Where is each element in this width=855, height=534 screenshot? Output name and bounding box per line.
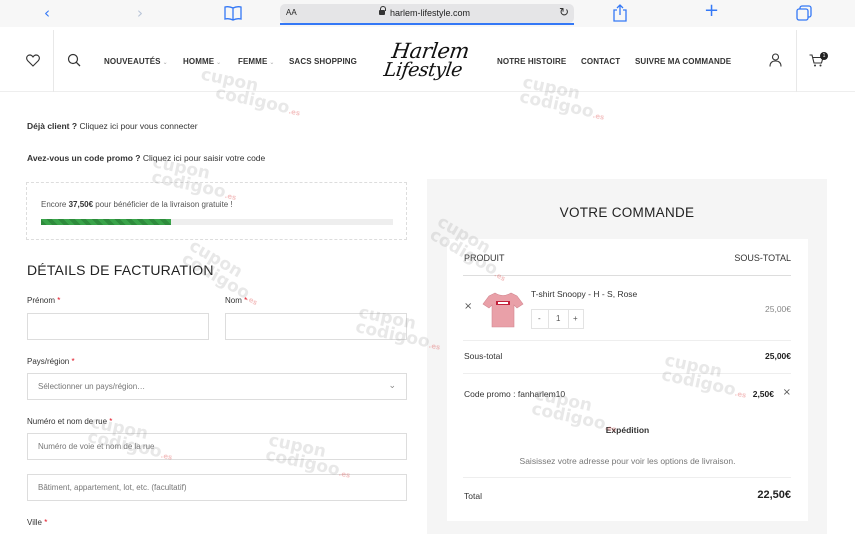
product-thumbnail[interactable] [481,287,525,331]
last-name-label: Nom * [225,296,248,305]
wishlist-heart-icon[interactable] [26,54,40,67]
coupon-value: 2,50€ [752,389,774,399]
chevron-down-icon: ⌄ [269,60,275,66]
forward-icon[interactable]: › [137,5,143,21]
item-price: 25,00€ [765,304,791,314]
tabs-icon[interactable] [796,5,812,21]
nav-item-suivre-commande[interactable]: SUIVRE MA COMMANDE [635,57,731,66]
lock-icon [379,6,386,16]
chevron-down-icon: ⌄ [162,60,168,66]
first-name-field[interactable] [27,313,209,340]
coupon-code-label: Code promo : fanharlem10 [464,389,566,399]
browser-toolbar: ‹ › AA harlem-lifestyle.com ↻ + [0,0,855,27]
login-link[interactable]: Cliquez ici pour vous connecter [79,121,197,131]
order-title: VOTRE COMMANDE [559,205,695,220]
coupon-link[interactable]: Cliquez ici pour saisir votre code [143,153,265,163]
qty-input[interactable]: 1 [556,314,560,323]
quantity-stepper: - 1 + [531,309,584,329]
remove-item-icon[interactable]: × [464,301,472,312]
total-label: Total [464,491,482,501]
col-product-header: PRODUIT [464,253,505,263]
subtotal-value: 25,00€ [765,351,791,361]
bookmarks-icon[interactable] [224,5,242,21]
free-shipping-message: Encore 37,50€ pour bénéficier de la livr… [41,200,233,209]
street-field[interactable]: Numéro de voie et nom de la rue [27,433,407,460]
nav-item-sacs-shopping[interactable]: SACS SHOPPING [289,57,357,66]
subtotal-label: Sous-total [464,351,503,361]
url-text: harlem-lifestyle.com [390,8,471,18]
site-header: NOUVEAUTÉS ⌄ HOMME ⌄ FEMME ⌄ SACS SHOPPING … [0,30,855,92]
order-summary-panel: VOTRE COMMANDE PRODUIT SOUS-TOTAL × T-sh… [427,179,827,534]
chevron-down-icon: ⌄ [388,381,396,391]
nav-item-contact[interactable]: CONTACT [581,57,620,66]
header-divider [53,30,54,92]
remove-coupon-icon[interactable]: × [783,387,791,398]
country-select[interactable]: Sélectionner un pays/région… ⌄ [27,373,407,400]
nav-item-homme[interactable]: HOMME ⌄ [183,57,221,66]
text-size-button[interactable]: AA [286,8,297,17]
last-name-field[interactable] [225,313,407,340]
coupon-notice: Avez-vous un code promo ? Cliquez ici po… [27,153,266,163]
account-icon[interactable] [769,53,782,67]
city-label: Ville * [27,518,48,527]
cart-count-badge: 1 [820,52,828,60]
order-card: PRODUIT SOUS-TOTAL × T-shirt Snoopy - H … [447,239,808,521]
divider [463,275,791,276]
divider [463,477,791,478]
nav-item-nouveautes[interactable]: NOUVEAUTÉS ⌄ [104,57,168,66]
shipping-heading: Expédition [605,425,650,435]
site-logo[interactable]: Harlem Lifestyle [380,33,475,89]
product-name[interactable]: T-shirt Snoopy - H - S, Rose [531,289,637,299]
shipping-note: Saisissez votre adresse pour voir les op… [519,456,736,466]
returning-customer-notice: Déjà client ? Cliquez ici pour vous conn… [27,121,198,131]
nav-item-notre-histoire[interactable]: NOTRE HISTOIRE [497,57,566,66]
col-subtotal-header: SOUS-TOTAL [734,253,791,263]
share-icon[interactable] [612,4,628,22]
new-tab-icon[interactable]: + [704,2,719,20]
qty-decrease-button[interactable]: - [538,314,541,323]
country-label: Pays/région * [27,357,75,366]
free-shipping-progress [41,219,393,225]
loading-indicator [280,23,574,25]
qty-increase-button[interactable]: + [573,314,578,323]
total-value: 22,50€ [757,489,791,501]
nav-item-femme[interactable]: FEMME ⌄ [238,57,275,66]
first-name-label: Prénom * [27,296,61,305]
reload-icon[interactable]: ↻ [559,5,569,19]
chevron-down-icon: ⌄ [216,60,222,66]
free-shipping-box: Encore 37,50€ pour bénéficier de la livr… [26,182,407,240]
progress-fill [41,219,172,225]
billing-title: DÉTAILS DE FACTURATION [27,262,214,278]
street2-field[interactable]: Bâtiment, appartement, lot, etc. (facult… [27,474,407,501]
back-icon[interactable]: ‹ [44,5,50,21]
divider [463,340,791,341]
divider [463,373,791,374]
search-icon[interactable] [67,53,81,67]
street-label: Numéro et nom de rue * [27,417,113,426]
address-bar[interactable]: AA harlem-lifestyle.com ↻ [280,4,574,23]
header-divider [796,30,797,92]
